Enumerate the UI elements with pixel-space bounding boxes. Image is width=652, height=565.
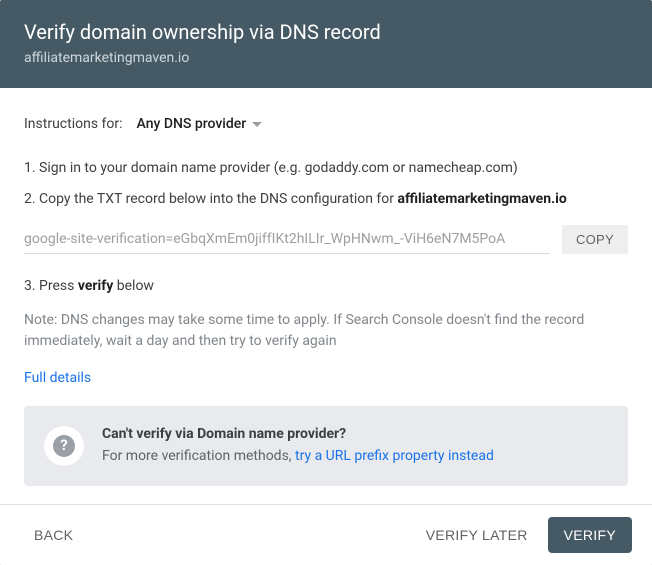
verify-ownership-dialog: Verify domain ownership via DNS record a…	[0, 0, 652, 565]
instructions-label: Instructions for:	[24, 114, 123, 134]
full-details-link[interactable]: Full details	[24, 368, 91, 388]
dns-provider-value: Any DNS provider	[137, 114, 247, 134]
dialog-header: Verify domain ownership via DNS record a…	[0, 0, 652, 88]
copy-button[interactable]: COPY	[562, 225, 628, 254]
question-icon: ?	[53, 435, 75, 457]
txt-record-row: COPY	[24, 225, 628, 254]
verify-later-button[interactable]: VERIFY LATER	[412, 517, 542, 553]
dns-note: Note: DNS changes may take some time to …	[24, 310, 628, 352]
info-body-prefix: For more verification methods,	[102, 448, 295, 464]
step-1: 1. Sign in to your domain name provider …	[24, 158, 628, 178]
step-2-text: 2. Copy the TXT record below into the DN…	[24, 191, 398, 207]
info-box: ? Can't verify via Domain name provider?…	[24, 406, 628, 485]
txt-record-input[interactable]	[24, 225, 550, 254]
dialog-footer: BACK VERIFY LATER VERIFY	[0, 504, 652, 565]
info-body: For more verification methods, try a URL…	[102, 446, 494, 468]
step-3: 3. Press verify below	[24, 276, 628, 296]
url-prefix-link[interactable]: try a URL prefix property instead	[295, 448, 494, 464]
question-icon-circle: ?	[44, 426, 84, 466]
domain-name: affiliatemarketingmaven.io	[24, 50, 628, 66]
step-3-bold: verify	[78, 278, 113, 294]
step-2-domain: affiliatemarketingmaven.io	[398, 191, 567, 207]
verify-button[interactable]: VERIFY	[548, 517, 632, 553]
dialog-title: Verify domain ownership via DNS record	[24, 20, 628, 44]
back-button[interactable]: BACK	[20, 517, 87, 553]
step-2: 2. Copy the TXT record below into the DN…	[24, 189, 628, 209]
step-3-suffix: below	[113, 278, 154, 294]
info-text: Can't verify via Domain name provider? F…	[102, 424, 494, 467]
step-3-prefix: 3. Press	[24, 278, 78, 294]
instructions-row: Instructions for: Any DNS provider	[24, 112, 628, 136]
info-heading: Can't verify via Domain name provider?	[102, 424, 494, 446]
dns-provider-dropdown[interactable]: Any DNS provider	[137, 112, 263, 136]
chevron-down-icon	[252, 122, 262, 127]
dialog-content: Instructions for: Any DNS provider 1. Si…	[0, 88, 652, 504]
